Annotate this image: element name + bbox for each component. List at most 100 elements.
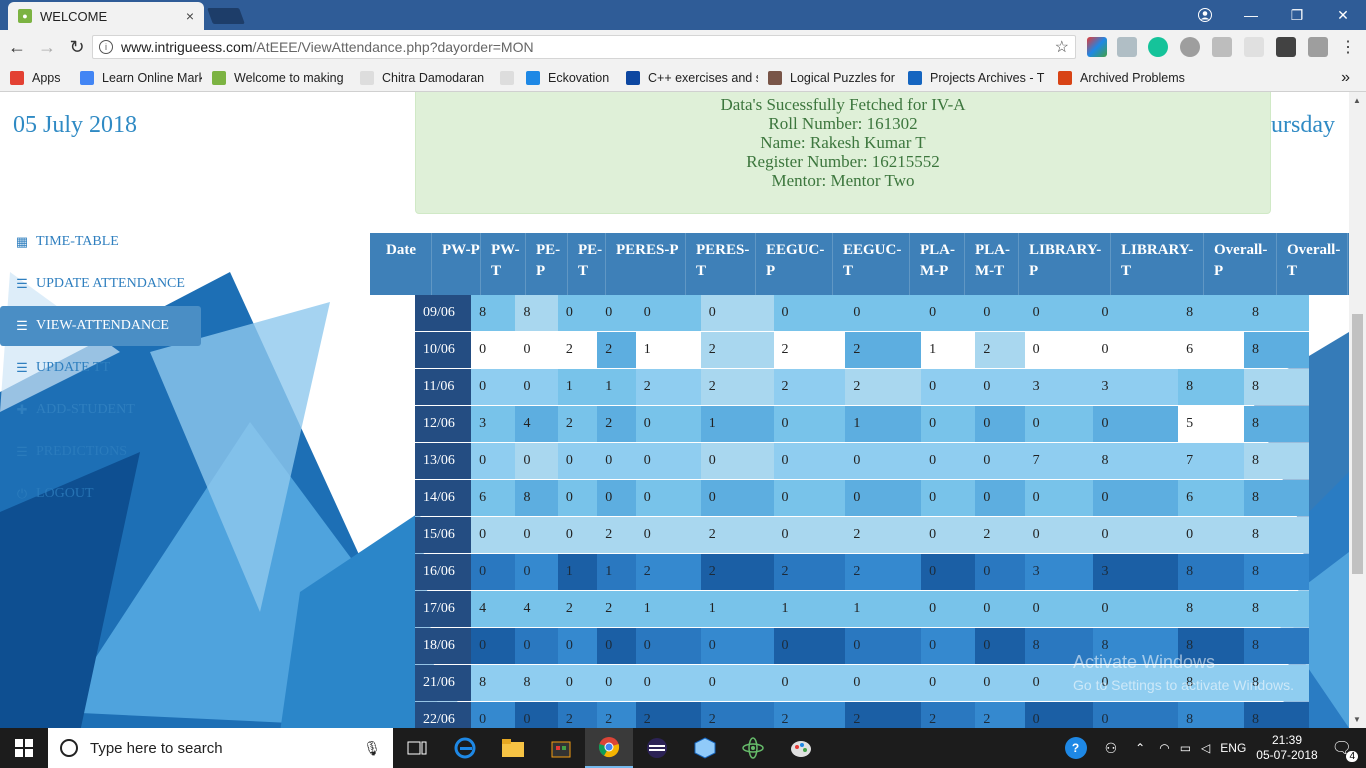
profile-icon[interactable] <box>1182 0 1228 30</box>
column-header[interactable]: PERES-P <box>606 233 686 295</box>
forward-button[interactable]: → <box>34 34 60 60</box>
extension-colorful-icon[interactable] <box>1087 37 1107 57</box>
battery-icon[interactable]: ▭ <box>1180 741 1191 755</box>
reload-button[interactable]: ↻ <box>64 34 90 60</box>
restore-button[interactable]: ❐ <box>1274 0 1320 30</box>
column-header[interactable]: PW-T <box>481 233 526 295</box>
sidebar-item-update-attendance[interactable]: ☰ UPDATE ATTENDANCE <box>0 264 201 304</box>
sidebar-item-view-attendance[interactable]: ☰ VIEW-ATTENDANCE <box>0 306 201 346</box>
attendance-cell: 0 <box>773 517 846 553</box>
bookmark-item[interactable]: Learn Online Market <box>70 70 202 85</box>
sidebar-item-add-student[interactable]: ✚ ADD-STUDENT <box>0 390 201 430</box>
task-view-icon[interactable] <box>393 728 441 768</box>
column-header[interactable]: PE-P <box>526 233 568 295</box>
bookmarks-overflow-button[interactable]: » <box>1341 69 1350 87</box>
column-header[interactable]: EEGUC-T <box>833 233 910 295</box>
chrome-menu-icon[interactable]: ⋮ <box>1338 37 1358 57</box>
column-header[interactable]: EEGUC-P <box>756 233 833 295</box>
column-header[interactable]: LIBRARY-P <box>1019 233 1111 295</box>
language-indicator[interactable]: ENG <box>1220 741 1246 755</box>
new-tab-button[interactable] <box>207 8 245 24</box>
extension-puzzle-icon[interactable] <box>1308 37 1328 57</box>
action-center-icon[interactable]: 🗨 4 <box>1332 738 1358 762</box>
bookmark-star-icon[interactable]: ☆ <box>1055 37 1069 57</box>
address-bar[interactable]: i www.intrigueess.com/AtEEE/ViewAttendan… <box>92 35 1076 59</box>
column-header[interactable]: Date <box>370 233 432 295</box>
bookmark-item[interactable]: Welcome to making <box>202 70 350 85</box>
store-app-icon[interactable] <box>537 728 585 768</box>
tab-close-icon[interactable]: × <box>186 8 194 24</box>
minimize-button[interactable]: — <box>1228 0 1274 30</box>
scroll-up-icon[interactable]: ▲ <box>1353 96 1361 105</box>
start-button[interactable] <box>0 728 48 768</box>
attendance-cell: 0 <box>921 443 976 479</box>
attendance-cell: 8 <box>1244 702 1310 728</box>
attendance-cell: 8 <box>1244 480 1310 516</box>
bookmark-item[interactable]: Apps <box>0 70 70 85</box>
attendance-cell: 0 <box>975 554 1025 590</box>
cortana-icon <box>60 739 78 757</box>
virtualbox-icon[interactable] <box>681 728 729 768</box>
extension-cube-icon[interactable] <box>1117 37 1137 57</box>
site-favicon-icon: ● <box>18 9 32 23</box>
scrollbar-thumb[interactable] <box>1352 314 1363 574</box>
attendance-cell: 0 <box>975 443 1025 479</box>
column-header[interactable]: PERES-T <box>686 233 756 295</box>
attendance-cell: 0 <box>700 480 774 516</box>
bookmark-item[interactable]: Archived Problems - <box>1048 70 1186 85</box>
extension-eye-icon[interactable] <box>1180 37 1200 57</box>
attendance-cell: 6 <box>1178 480 1245 516</box>
extension-notification-icon[interactable] <box>1276 37 1296 57</box>
column-header[interactable]: PLA-M-P <box>910 233 965 295</box>
sidebar-item-predictions[interactable]: ☰ PREDICTIONS <box>0 432 201 472</box>
bookmark-item[interactable]: C++ exercises and s <box>616 70 758 85</box>
cpp-icon <box>626 70 640 85</box>
extension-php-icon[interactable] <box>1244 37 1264 57</box>
page-scrollbar[interactable]: ▲ ▼ <box>1349 92 1366 728</box>
bookmark-item[interactable]: Eckovation <box>516 70 616 85</box>
microphone-icon[interactable]: 🎙 <box>363 740 381 757</box>
column-header[interactable]: PLA-M-T <box>965 233 1019 295</box>
file-explorer-icon[interactable] <box>489 728 537 768</box>
column-header[interactable]: PW-P <box>432 233 481 295</box>
attendance-cell: 0 <box>773 665 846 701</box>
url-text[interactable]: www.intrigueess.com/AtEEE/ViewAttendance… <box>121 39 1055 55</box>
extension-grammarly-icon[interactable] <box>1148 37 1168 57</box>
attendance-cell: 0 <box>1093 406 1179 442</box>
help-icon[interactable]: ? <box>1064 737 1087 759</box>
column-header[interactable]: Overall-T <box>1277 233 1348 295</box>
column-header[interactable]: Overall-P <box>1204 233 1277 295</box>
bookmark-item[interactable]: Logical Puzzles for In <box>758 70 898 85</box>
sidebar-item-time-table[interactable]: ▦ TIME-TABLE <box>0 222 201 262</box>
watermark-title: Activate Windows <box>1073 652 1216 672</box>
chrome-taskbar-icon[interactable] <box>585 728 633 768</box>
taskbar-search-box[interactable]: Type here to search 🎙 <box>48 728 393 768</box>
show-hidden-icons-icon[interactable]: ⌃ <box>1135 741 1145 755</box>
attendance-cell: 0 <box>975 369 1025 405</box>
scroll-down-icon[interactable]: ▼ <box>1353 715 1361 724</box>
site-info-icon[interactable]: i <box>99 40 113 54</box>
column-header[interactable]: LIBRARY-T <box>1111 233 1204 295</box>
bookmark-item[interactable]: Chitra Damodaran <box>350 70 490 85</box>
close-window-button[interactable]: ✕ <box>1320 0 1366 30</box>
bookmark-item[interactable]: Projects Archives - T <box>898 70 1048 85</box>
attendance-cell: 0 <box>975 406 1025 442</box>
people-icon[interactable]: ⚇ <box>1105 740 1118 757</box>
column-header[interactable]: PE-T <box>568 233 606 295</box>
edge-browser-icon[interactable] <box>441 728 489 768</box>
bookmark-item[interactable] <box>490 70 516 85</box>
back-button[interactable]: ← <box>4 34 30 60</box>
attendance-cell: 2 <box>700 554 774 590</box>
eclipse-icon[interactable] <box>633 728 681 768</box>
atom-editor-icon[interactable] <box>729 728 777 768</box>
row-date-cell: 10/06 <box>415 332 472 368</box>
volume-icon[interactable]: ◁ <box>1201 741 1210 755</box>
sidebar-item-update-tt[interactable]: ☰ UPDATE TT <box>0 348 201 388</box>
paint-app-icon[interactable] <box>777 728 825 768</box>
network-icon[interactable]: ◠ <box>1159 741 1169 755</box>
extension-pdf-icon[interactable] <box>1212 37 1232 57</box>
clock[interactable]: 21:39 05-07-2018 <box>1256 733 1317 763</box>
browser-tab[interactable]: ● WELCOME × <box>8 2 204 30</box>
sidebar-item-logout[interactable]: ⏻ LOGOUT <box>0 474 201 514</box>
list-icon: ☰ <box>16 276 28 291</box>
